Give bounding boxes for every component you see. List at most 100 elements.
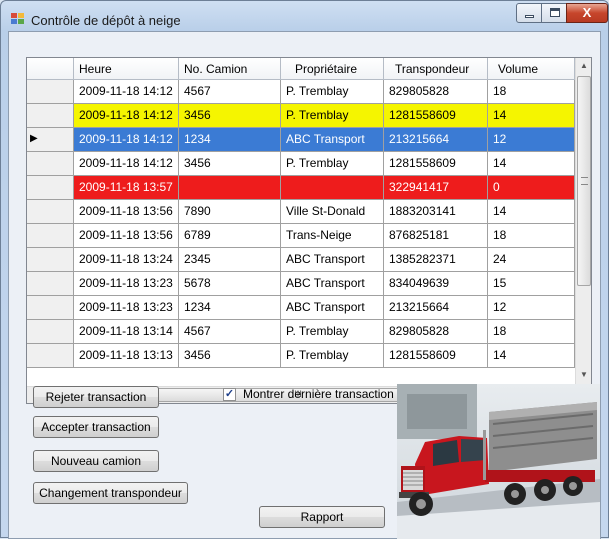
transactions-grid[interactable]: Heure No. Camion Propriétaire Transponde…: [26, 57, 592, 404]
title-bar[interactable]: Contrôle de dépôt à neige X: [1, 1, 609, 31]
maximize-icon: [550, 8, 560, 17]
cell-transpondeur[interactable]: 829805828: [384, 80, 488, 104]
scroll-down-icon[interactable]: ▼: [576, 370, 591, 379]
cell-transpondeur[interactable]: 876825181: [384, 224, 488, 248]
cell-proprietaire[interactable]: Ville St-Donald: [281, 200, 384, 224]
cell-proprietaire[interactable]: ABC Transport: [281, 128, 384, 152]
cell-heure[interactable]: 2009-11-18 14:12: [74, 128, 179, 152]
cell-no-camion[interactable]: 5678: [179, 272, 281, 296]
cell-heure[interactable]: 2009-11-18 13:24: [74, 248, 179, 272]
app-window: Contrôle de dépôt à neige X Heure No. Ca…: [0, 0, 609, 539]
column-header-volume[interactable]: Volume: [488, 58, 575, 80]
cell-proprietaire[interactable]: P. Tremblay: [281, 320, 384, 344]
change-transponder-button[interactable]: Changement transpondeur: [33, 482, 188, 504]
column-header-proprietaire[interactable]: Propriétaire: [281, 58, 384, 80]
maximize-button[interactable]: [541, 3, 567, 23]
cell-transpondeur[interactable]: 1281558609: [384, 104, 488, 128]
checkmark-icon: ✓: [224, 388, 235, 400]
row-header[interactable]: [27, 80, 74, 104]
cell-proprietaire[interactable]: ABC Transport: [281, 296, 384, 320]
cell-transpondeur[interactable]: 322941417: [384, 176, 488, 200]
cell-transpondeur[interactable]: 213215664: [384, 296, 488, 320]
cell-transpondeur[interactable]: 1883203141: [384, 200, 488, 224]
row-header[interactable]: [27, 296, 74, 320]
cell-volume[interactable]: 0: [488, 176, 575, 200]
cell-volume[interactable]: 18: [488, 80, 575, 104]
column-header-no-camion[interactable]: No. Camion: [179, 58, 281, 80]
thumb-grip-icon: [581, 177, 588, 185]
row-header[interactable]: [27, 152, 74, 176]
vertical-scrollbar[interactable]: ▲ ▼: [575, 58, 591, 386]
cell-volume[interactable]: 18: [488, 224, 575, 248]
row-header[interactable]: [27, 176, 74, 200]
vertical-scroll-thumb[interactable]: [577, 76, 591, 286]
truck-image: [397, 384, 600, 539]
cell-heure[interactable]: 2009-11-18 13:23: [74, 272, 179, 296]
accept-transaction-button[interactable]: Accepter transaction: [33, 416, 159, 438]
show-last-transaction-label[interactable]: Montrer dernière transaction: [243, 387, 394, 401]
cell-no-camion[interactable]: 4567: [179, 80, 281, 104]
cell-no-camion[interactable]: 1234: [179, 128, 281, 152]
cell-proprietaire[interactable]: P. Tremblay: [281, 152, 384, 176]
cell-proprietaire[interactable]: ABC Transport: [281, 248, 384, 272]
new-truck-button[interactable]: Nouveau camion: [33, 450, 159, 472]
close-button[interactable]: X: [566, 3, 608, 23]
cell-transpondeur[interactable]: 1281558609: [384, 152, 488, 176]
cell-no-camion[interactable]: 3456: [179, 104, 281, 128]
cell-proprietaire[interactable]: P. Tremblay: [281, 80, 384, 104]
cell-heure[interactable]: 2009-11-18 14:12: [74, 152, 179, 176]
report-button[interactable]: Rapport: [259, 506, 385, 528]
cell-volume[interactable]: 24: [488, 248, 575, 272]
cell-heure[interactable]: 2009-11-18 13:56: [74, 224, 179, 248]
cell-transpondeur[interactable]: 834049639: [384, 272, 488, 296]
row-header[interactable]: [27, 272, 74, 296]
reject-transaction-button[interactable]: Rejeter transaction: [33, 386, 159, 408]
row-header[interactable]: ▶: [27, 128, 74, 152]
cell-heure[interactable]: 2009-11-18 13:57: [74, 176, 179, 200]
cell-no-camion[interactable]: [179, 176, 281, 200]
cell-volume[interactable]: 15: [488, 272, 575, 296]
cell-heure[interactable]: 2009-11-18 13:56: [74, 200, 179, 224]
cell-heure[interactable]: 2009-11-18 14:12: [74, 104, 179, 128]
cell-volume[interactable]: 14: [488, 104, 575, 128]
cell-transpondeur[interactable]: 1281558609: [384, 344, 488, 368]
cell-heure[interactable]: 2009-11-18 13:23: [74, 296, 179, 320]
scroll-up-icon[interactable]: ▲: [576, 61, 591, 70]
cell-transpondeur[interactable]: 1385282371: [384, 248, 488, 272]
row-header[interactable]: [27, 248, 74, 272]
cell-heure[interactable]: 2009-11-18 14:12: [74, 80, 179, 104]
row-header[interactable]: [27, 320, 74, 344]
row-header[interactable]: [27, 104, 74, 128]
row-header[interactable]: [27, 344, 74, 368]
grid-app-icon: [11, 13, 25, 25]
column-header-heure[interactable]: Heure: [74, 58, 179, 80]
cell-no-camion[interactable]: 6789: [179, 224, 281, 248]
cell-volume[interactable]: 14: [488, 152, 575, 176]
red-dump-truck-photo: [397, 384, 600, 539]
row-header[interactable]: [27, 224, 74, 248]
cell-no-camion[interactable]: 1234: [179, 296, 281, 320]
cell-no-camion[interactable]: 3456: [179, 152, 281, 176]
minimize-button[interactable]: [516, 3, 542, 23]
row-header[interactable]: [27, 200, 74, 224]
cell-no-camion[interactable]: 2345: [179, 248, 281, 272]
cell-volume[interactable]: 12: [488, 128, 575, 152]
cell-volume[interactable]: 14: [488, 344, 575, 368]
cell-proprietaire[interactable]: P. Tremblay: [281, 344, 384, 368]
show-last-transaction-checkbox[interactable]: ✓: [223, 388, 236, 401]
cell-transpondeur[interactable]: 829805828: [384, 320, 488, 344]
cell-proprietaire[interactable]: [281, 176, 384, 200]
cell-volume[interactable]: 12: [488, 296, 575, 320]
cell-no-camion[interactable]: 3456: [179, 344, 281, 368]
cell-transpondeur[interactable]: 213215664: [384, 128, 488, 152]
cell-volume[interactable]: 18: [488, 320, 575, 344]
cell-heure[interactable]: 2009-11-18 13:14: [74, 320, 179, 344]
cell-no-camion[interactable]: 4567: [179, 320, 281, 344]
cell-volume[interactable]: 14: [488, 200, 575, 224]
cell-proprietaire[interactable]: ABC Transport: [281, 272, 384, 296]
column-header-transpondeur[interactable]: Transpondeur: [384, 58, 488, 80]
cell-no-camion[interactable]: 7890: [179, 200, 281, 224]
cell-proprietaire[interactable]: Trans-Neige: [281, 224, 384, 248]
cell-proprietaire[interactable]: P. Tremblay: [281, 104, 384, 128]
cell-heure[interactable]: 2009-11-18 13:13: [74, 344, 179, 368]
